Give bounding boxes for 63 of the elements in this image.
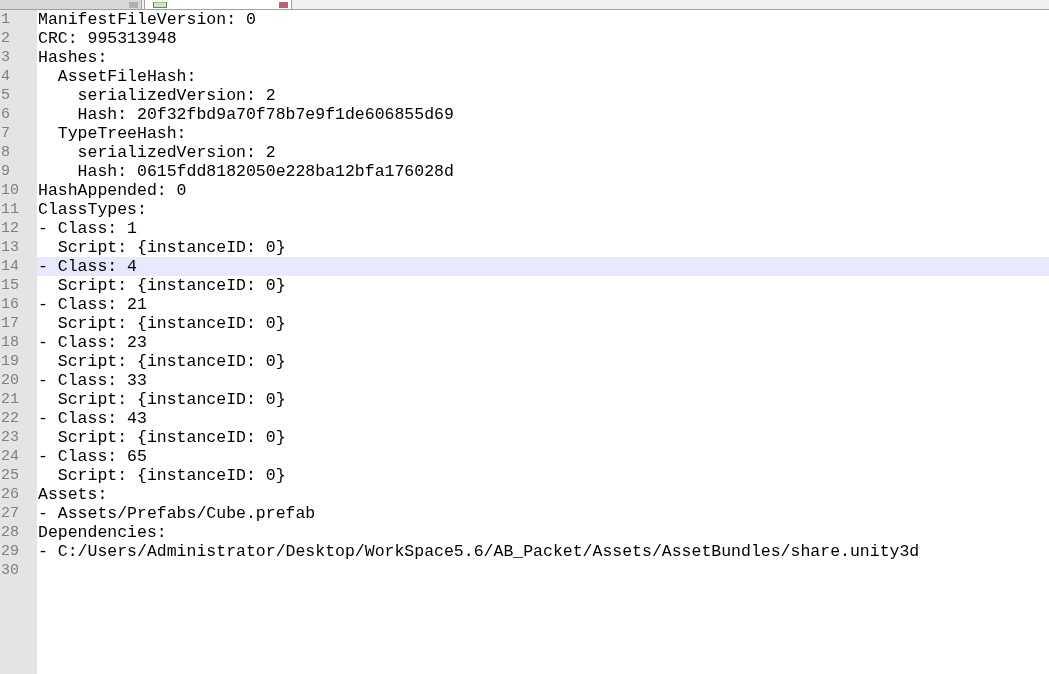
line-number: 18	[0, 333, 37, 352]
code-line: - Class: 21	[37, 295, 147, 314]
code-line: Script: {instanceID: 0}	[56, 276, 286, 295]
line-number: 5	[0, 86, 37, 105]
line-number: 12	[0, 219, 37, 238]
code-line: - Class: 65	[37, 447, 147, 466]
line-number: 20	[0, 371, 37, 390]
line-number: 9	[0, 162, 37, 181]
file-icon	[153, 2, 167, 8]
line-number: 1	[0, 10, 37, 29]
line-number: 29	[0, 542, 37, 561]
code-line: Script: {instanceID: 0}	[56, 428, 286, 447]
code-line: ManifestFileVersion: 0	[37, 10, 256, 29]
line-number: 21	[0, 390, 37, 409]
line-number: 23	[0, 428, 37, 447]
line-number: 25	[0, 466, 37, 485]
code-line: HashAppended: 0	[37, 181, 187, 200]
code-line: Script: {instanceID: 0}	[56, 238, 286, 257]
line-number: 13	[0, 238, 37, 257]
code-line: serializedVersion: 2	[76, 143, 276, 162]
close-icon[interactable]	[279, 2, 288, 8]
code-line: TypeTreeHash:	[56, 124, 187, 143]
code-line: Assets:	[37, 485, 108, 504]
line-number: 17	[0, 314, 37, 333]
line-number: 26	[0, 485, 37, 504]
code-line: Hashes:	[37, 48, 108, 67]
line-number: 27	[0, 504, 37, 523]
line-number: 3	[0, 48, 37, 67]
code-line: Script: {instanceID: 0}	[56, 390, 286, 409]
line-number: 7	[0, 124, 37, 143]
close-icon[interactable]	[129, 2, 138, 8]
code-line: - Class: 1	[37, 219, 138, 238]
line-number: 10	[0, 181, 37, 200]
code-line: Hash: 0615fdd8182050e228ba12bfa176028d	[76, 162, 454, 181]
code-line: CRC: 995313948	[37, 29, 177, 48]
line-number: 11	[0, 200, 37, 219]
line-number: 24	[0, 447, 37, 466]
code-line: Hash: 20f32fbd9a70f78b7e9f1de606855d69	[76, 105, 454, 124]
code-line: Script: {instanceID: 0}	[56, 352, 286, 371]
line-number: 2	[0, 29, 37, 48]
line-number: 4	[0, 67, 37, 86]
code-line: AssetFileHash:	[56, 67, 197, 86]
line-number: 19	[0, 352, 37, 371]
code-line: - C:/Users/Administrator/Desktop/WorkSpace5.6/AB_Packet/Assets/AssetBundles/share.unity3d	[37, 542, 920, 561]
code-line: ClassTypes:	[37, 200, 147, 219]
line-number: 28	[0, 523, 37, 542]
file-tab[interactable]	[144, 0, 292, 9]
line-number: 16	[0, 295, 37, 314]
code-line: serializedVersion: 2	[76, 86, 276, 105]
code-line: - Class: 43	[37, 409, 147, 428]
code-line: Script: {instanceID: 0}	[56, 314, 286, 333]
line-number: 15	[0, 276, 37, 295]
line-number: 8	[0, 143, 37, 162]
code-line: - Class: 4	[37, 257, 138, 276]
line-number: 22	[0, 409, 37, 428]
code-line: - Class: 33	[37, 371, 147, 390]
code-line: Dependencies:	[37, 523, 167, 542]
line-number: 14	[0, 257, 37, 276]
code-line: - Class: 23	[37, 333, 147, 352]
code-line: Script: {instanceID: 0}	[56, 466, 286, 485]
code-line: - Assets/Prefabs/Cube.prefab	[37, 504, 316, 523]
line-number: 30	[0, 561, 37, 580]
line-number: 6	[0, 105, 37, 124]
